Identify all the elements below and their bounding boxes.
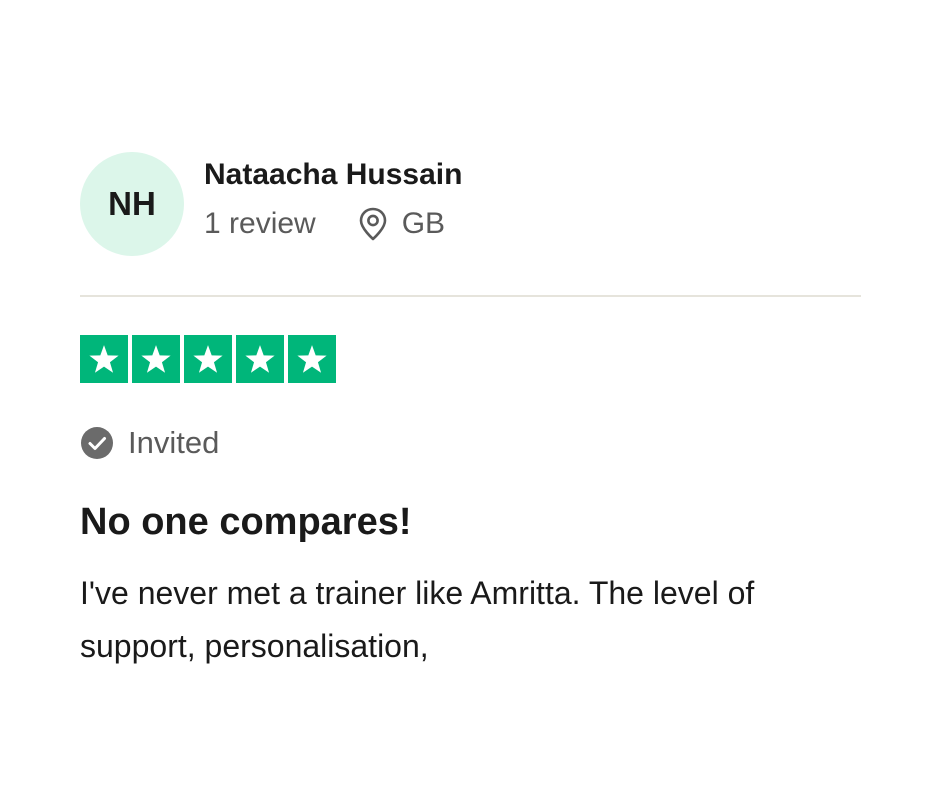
star-icon [297, 345, 327, 373]
star-icon [89, 345, 119, 373]
star-2 [132, 335, 180, 383]
location-pin-icon [359, 207, 387, 241]
star-3 [184, 335, 232, 383]
star-4 [236, 335, 284, 383]
star-rating [80, 335, 861, 383]
star-icon [141, 345, 171, 373]
check-circle-icon [81, 427, 113, 459]
star-5 [288, 335, 336, 383]
country-code: GB [401, 207, 446, 240]
avatar[interactable]: NH [80, 152, 184, 256]
review-text: I've never met a trainer like Amritta. T… [80, 575, 755, 664]
reviewer-details: 1 review GB [204, 207, 462, 241]
invited-badge[interactable]: Invited [80, 425, 861, 461]
invited-label: Invited [128, 425, 220, 460]
divider [80, 295, 861, 297]
reviewer-location: GB [358, 207, 445, 241]
reviewer-meta: Nataacha Hussain 1 review GB [204, 158, 462, 241]
review-card: NH Nataacha Hussain 1 review GB Invited [80, 152, 861, 673]
review-count: 1 review [204, 207, 316, 240]
star-1 [80, 335, 128, 383]
star-icon [193, 345, 223, 373]
reviewer-name[interactable]: Nataacha Hussain [204, 157, 462, 193]
review-title[interactable]: No one compares! [80, 499, 861, 545]
reviewer-header: NH Nataacha Hussain 1 review GB [80, 152, 861, 256]
star-icon [245, 345, 275, 373]
